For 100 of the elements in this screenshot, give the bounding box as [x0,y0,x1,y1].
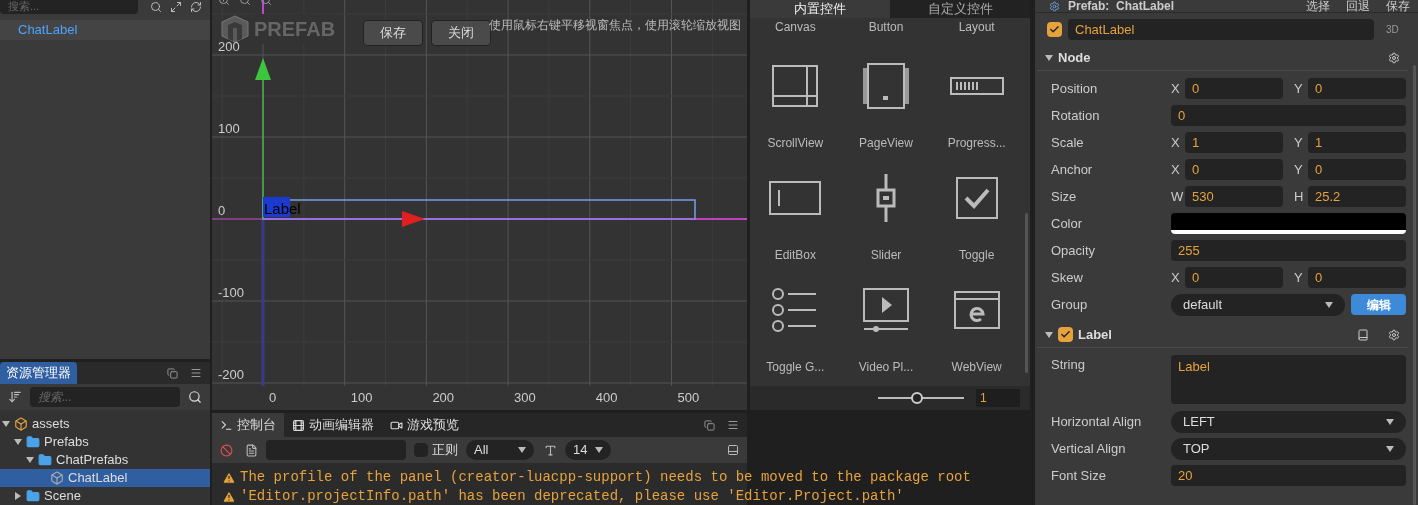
panel-tab[interactable]: 控制台 [212,413,284,437]
console-icon [220,418,233,432]
value-field[interactable]: 0 [1185,78,1283,99]
font-size-select[interactable]: 14 [565,440,612,460]
clear-icon[interactable] [220,443,233,457]
value-field[interactable]: 0 [1171,105,1406,126]
tree-item[interactable]: assets [0,415,210,433]
axis-label: Y [1294,268,1303,287]
regex-label: 正则 [432,441,458,460]
group-select[interactable]: default [1171,293,1345,316]
menu-icon[interactable] [190,367,202,379]
panel-tab[interactable]: 自定义控件 [890,0,1030,18]
settings-icon[interactable] [1388,328,1400,341]
value-field[interactable]: 1 [1185,132,1283,153]
panel-tab[interactable]: 游戏预览 [382,413,467,437]
video-widget-icon [862,287,910,333]
header-action[interactable]: 选择 [1306,0,1330,12]
widget-item[interactable]: Video Pl... [840,284,932,376]
caret-icon[interactable] [26,456,34,464]
widget-item[interactable]: Toggle [931,172,1022,264]
popout-icon[interactable] [167,367,178,379]
property-label: Font Size [1051,466,1107,485]
tree-item[interactable]: ChatPrefabs [0,451,210,469]
axis-label: Y [1294,160,1303,179]
tree-item[interactable]: Scene [0,487,210,505]
section-title[interactable]: Label [1078,324,1112,345]
refresh-icon[interactable] [190,1,202,13]
caret-icon[interactable] [14,438,22,446]
togglegroup-widget-icon [772,288,819,332]
node-item[interactable]: ChatLabel [0,20,210,40]
widget-item[interactable]: ScrollView [750,60,841,152]
node-name-field[interactable]: ChatLabel [1068,18,1374,40]
axis-label: X [1171,79,1180,98]
property-label: String [1051,356,1086,374]
axis-tick-label: 300 [514,390,536,405]
toolbar-button[interactable]: 保存 [363,20,423,46]
folder-icon [26,435,40,449]
value-field[interactable]: 0 [1185,267,1283,288]
color-swatch[interactable] [1171,213,1406,234]
string-textarea[interactable]: Label [1171,355,1406,404]
axis-tick-label: 500 [677,390,700,405]
align-select[interactable]: LEFT [1171,410,1406,433]
tree-label: ChatPrefabs [56,451,129,470]
value-field[interactable]: 25.2 [1308,186,1406,207]
book-icon[interactable] [1357,328,1369,341]
header-action[interactable]: 回退 [1346,0,1370,12]
value-field[interactable]: 0 [1308,78,1406,99]
widget-item[interactable]: Slider [840,172,932,264]
zoom-slider[interactable] [878,392,964,404]
tree-label: assets [32,415,70,434]
file-icon[interactable] [245,443,258,457]
node-checkbox[interactable] [1047,21,1062,37]
menu-icon[interactable] [727,419,739,431]
widget-item[interactable]: Progress... [931,60,1022,152]
panel-tab[interactable]: 资源管理器 [0,362,77,384]
caret-icon[interactable] [14,492,22,500]
panel-tab[interactable]: 内置控件 [750,0,890,18]
widget-item[interactable]: PageView [840,60,932,152]
expand-icon[interactable] [170,1,182,13]
x-axis-arrow[interactable] [402,211,425,227]
tree-label: Prefabs [44,433,89,452]
value-field[interactable]: 20 [1171,465,1406,486]
value-field[interactable]: 530 [1185,186,1283,207]
caret-icon[interactable] [1386,444,1394,453]
widget-label: Canvas [774,20,817,36]
widget-label: Layout [957,20,996,36]
section-title[interactable]: Node [1058,47,1091,68]
settings-icon[interactable] [1388,51,1400,64]
caret-icon[interactable] [518,446,526,454]
zoom-field[interactable]: 1 [976,389,1020,407]
sort-icon[interactable] [8,390,22,404]
header-action[interactable]: 保存 [1386,0,1410,12]
value-field[interactable]: 0 [1308,159,1406,180]
search-icon[interactable] [188,390,202,404]
tree-item[interactable]: Prefabs [0,433,210,451]
caret-icon[interactable] [1386,417,1394,426]
component-checkbox[interactable] [1058,327,1073,342]
caret-icon[interactable] [595,446,604,454]
widget-item[interactable]: Toggle G... [750,284,841,376]
edit-button[interactable]: 编辑 [1351,294,1406,315]
search-icon[interactable] [150,1,162,13]
value-field[interactable]: 255 [1171,240,1406,261]
panel-tab[interactable]: 动画编辑器 [284,413,382,437]
slider-thumb[interactable] [910,392,923,404]
align-select[interactable]: TOP [1171,437,1406,460]
caret-icon[interactable] [1045,330,1053,339]
caret-icon[interactable] [2,420,10,428]
level-select[interactable]: All [466,440,534,460]
value-field[interactable]: 0 [1308,267,1406,288]
widget-item[interactable]: EditBox [750,172,841,264]
value-field[interactable]: 0 [1185,159,1283,180]
popout-icon[interactable] [704,420,715,431]
log-message: The profile of the panel (creator-luacpp-support) needs to be moved to the package root [240,468,971,487]
widget-item[interactable]: WebView [931,284,1022,376]
tree-item[interactable]: ChatLabel [0,469,210,487]
axis-tick-label: 0 [218,203,226,218]
caret-icon[interactable] [1045,53,1053,62]
regex-checkbox[interactable] [414,443,428,457]
caret-icon[interactable] [1325,300,1333,309]
value-field[interactable]: 1 [1308,132,1406,153]
